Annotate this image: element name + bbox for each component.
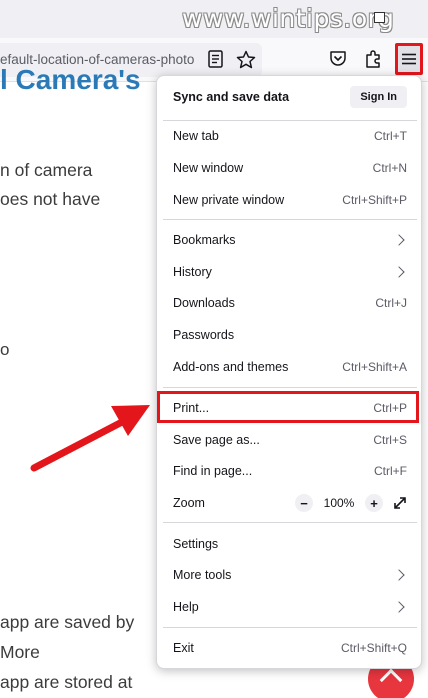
- bookmark-star-icon[interactable]: [236, 50, 256, 69]
- watermark: www.wintips.org: [182, 4, 395, 33]
- page-text-line: n of camera: [0, 160, 93, 180]
- page-text-line: oes not have: [0, 189, 101, 209]
- menu-separator: [163, 522, 417, 523]
- maximize-icon[interactable]: [374, 12, 385, 23]
- menu-item-exit[interactable]: Exit Ctrl+Shift+Q: [163, 633, 417, 663]
- menu-item-label: New private window: [173, 193, 285, 207]
- menu-item-label: More tools: [173, 568, 232, 582]
- menu-item-zoom: Zoom − 100% +: [163, 488, 417, 518]
- menu-item-find-in-page[interactable]: Find in page... Ctrl+F: [163, 456, 417, 486]
- menu-item-label: New tab: [173, 129, 219, 143]
- menu-item-shortcut: Ctrl+Shift+Q: [340, 641, 407, 655]
- open-application-menu-button[interactable]: [395, 43, 423, 75]
- pocket-icon[interactable]: [329, 50, 347, 67]
- menu-item-addons-and-themes[interactable]: Add-ons and themes Ctrl+Shift+A: [163, 352, 417, 382]
- sync-label: Sync and save data: [173, 90, 290, 104]
- menu-item-downloads[interactable]: Downloads Ctrl+J: [163, 288, 417, 318]
- menu-item-help[interactable]: Help: [163, 592, 417, 622]
- menu-item-shortcut: Ctrl+F: [374, 464, 407, 478]
- extensions-icon[interactable]: [364, 49, 383, 69]
- zoom-in-button[interactable]: +: [365, 494, 383, 512]
- menu-item-shortcut: Ctrl+T: [374, 129, 407, 143]
- menu-item-label: Passwords: [173, 328, 235, 342]
- menu-item-save-page-as[interactable]: Save page as... Ctrl+S: [163, 425, 417, 455]
- chevron-right-icon: [393, 234, 405, 246]
- menu-item-print[interactable]: Print... Ctrl+P: [163, 393, 417, 423]
- fullscreen-icon[interactable]: [393, 496, 407, 510]
- menu-item-shortcut: Ctrl+Shift+P: [342, 193, 407, 207]
- menu-item-label: History: [173, 265, 212, 279]
- page-text-fragment: o: [0, 340, 10, 359]
- menu-separator: [163, 387, 417, 388]
- menu-item-new-tab[interactable]: New tab Ctrl+T: [163, 121, 417, 151]
- menu-item-new-window[interactable]: New window Ctrl+N: [163, 153, 417, 183]
- zoom-level[interactable]: 100%: [323, 496, 355, 510]
- menu-item-shortcut: Ctrl+Shift+A: [342, 360, 407, 374]
- page-text-line: app are saved by: [0, 612, 135, 632]
- menu-item-settings[interactable]: Settings: [163, 529, 417, 559]
- menu-item-new-private-window[interactable]: New private window Ctrl+Shift+P: [163, 185, 417, 215]
- menu-item-passwords[interactable]: Passwords: [163, 320, 417, 350]
- chevron-right-icon: [393, 569, 405, 581]
- menu-item-label: Add-ons and themes: [173, 360, 289, 374]
- page-heading: l Camera's: [0, 64, 141, 95]
- menu-item-label: Bookmarks: [173, 233, 236, 247]
- menu-item-label: Zoom: [173, 496, 205, 510]
- chevron-right-icon: [393, 266, 405, 278]
- menu-separator: [163, 627, 417, 628]
- menu-item-label: Save page as...: [173, 433, 260, 447]
- application-menu: Sync and save data Sign In New tab Ctrl+T…: [156, 75, 422, 669]
- menu-item-shortcut: Ctrl+P: [373, 401, 407, 415]
- page-text-line: More: [0, 642, 40, 662]
- page-text-line: app are stored at: [0, 672, 133, 692]
- menu-item-bookmarks[interactable]: Bookmarks: [163, 225, 417, 255]
- hamburger-menu-icon: [402, 53, 416, 65]
- menu-item-shortcut: Ctrl+J: [375, 296, 407, 310]
- menu-item-shortcut: Ctrl+S: [373, 433, 407, 447]
- menu-item-label: Print...: [173, 401, 210, 415]
- menu-separator: [163, 219, 417, 220]
- menu-item-label: Find in page...: [173, 464, 253, 478]
- menu-item-shortcut: Ctrl+N: [372, 161, 407, 175]
- menu-item-label: Exit: [173, 641, 194, 655]
- chevron-right-icon: [393, 601, 405, 613]
- menu-item-history[interactable]: History: [163, 257, 417, 287]
- zoom-controls: − 100% +: [295, 494, 407, 512]
- menu-item-label: Settings: [173, 537, 219, 551]
- sync-row: Sync and save data Sign In: [163, 82, 417, 112]
- reader-view-icon[interactable]: [208, 50, 224, 68]
- sign-in-button[interactable]: Sign In: [350, 86, 407, 108]
- menu-item-label: New window: [173, 161, 244, 175]
- menu-item-label: Help: [173, 600, 199, 614]
- zoom-out-button[interactable]: −: [295, 494, 313, 512]
- menu-item-more-tools[interactable]: More tools: [163, 560, 417, 590]
- menu-item-label: Downloads: [173, 296, 235, 310]
